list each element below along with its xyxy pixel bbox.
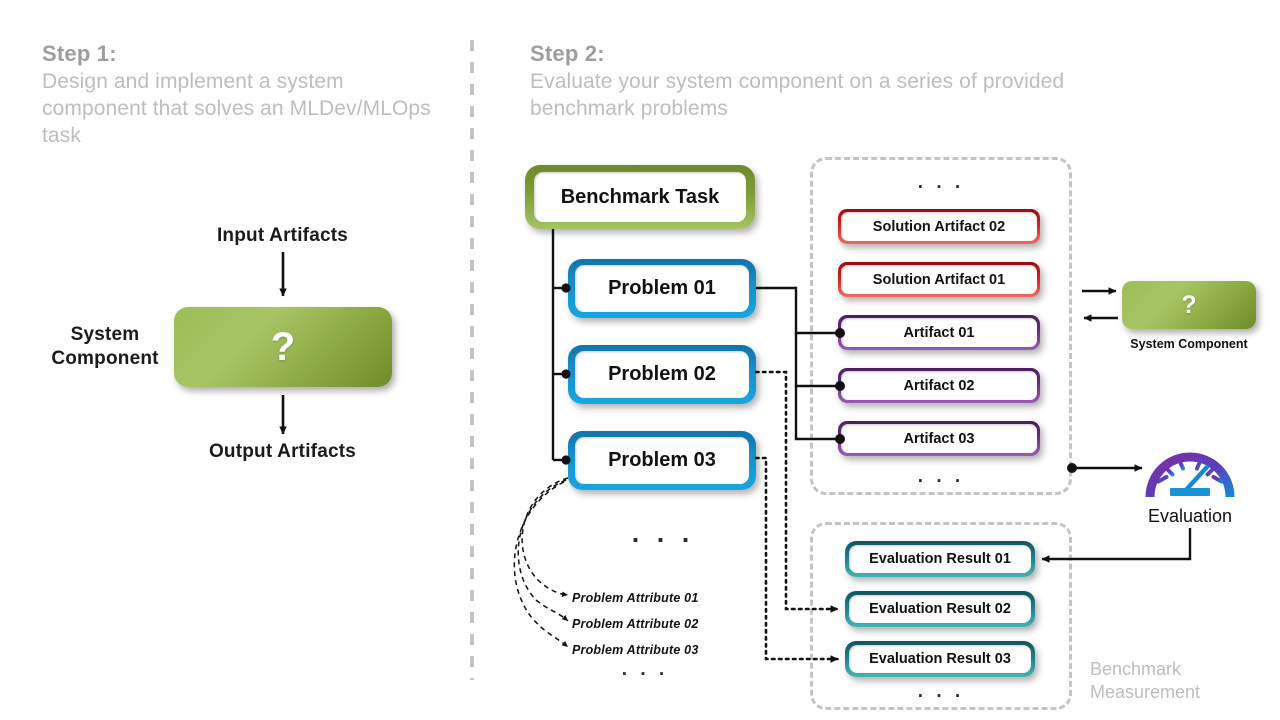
step2-title: Step 2: bbox=[530, 41, 605, 66]
system-component-caption: System Component bbox=[1130, 337, 1248, 351]
problem-attributes-ellipsis: . . . bbox=[621, 659, 669, 680]
step2-heading-block: Step 2: Evaluate your system component o… bbox=[530, 40, 1130, 122]
evaluation-result-label-02: Evaluation Result 02 bbox=[849, 595, 1031, 623]
step1-title: Step 1: bbox=[42, 41, 117, 66]
step1-heading-block: Step 1: Design and implement a system co… bbox=[42, 40, 442, 149]
artifact-label-03: Artifact 03 bbox=[841, 424, 1037, 453]
question-mark-glyph-step2: ? bbox=[1181, 290, 1197, 319]
system-component-box-step2[interactable]: ? bbox=[1122, 281, 1256, 329]
gauge-icon bbox=[1145, 437, 1235, 503]
task-to-problems-wire bbox=[551, 229, 571, 465]
evaluation-result-label-03: Evaluation Result 03 bbox=[849, 645, 1031, 673]
artifacts-bottom-ellipsis: . . . bbox=[917, 466, 965, 487]
system-component-label-line1: System bbox=[70, 324, 140, 345]
solution-artifact-node-01[interactable]: Solution Artifact 01 bbox=[838, 262, 1040, 297]
solution-artifact-label-02: Solution Artifact 02 bbox=[841, 212, 1037, 241]
evaluation-result-node-03[interactable]: Evaluation Result 03 bbox=[845, 641, 1035, 677]
measurement-bottom-ellipsis: . . . bbox=[917, 681, 965, 702]
solution-artifact-label-01: Solution Artifact 01 bbox=[841, 265, 1037, 294]
vertical-dashed-divider bbox=[470, 40, 474, 680]
artifact-label-01: Artifact 01 bbox=[841, 318, 1037, 347]
evaluation-caption: Evaluation bbox=[1147, 506, 1233, 526]
problem-node-03[interactable]: Problem 03 bbox=[568, 431, 756, 490]
output-artifacts-label: Output Artifacts bbox=[208, 441, 357, 462]
benchmark-measurement-caption-line2: Measurement bbox=[1090, 682, 1201, 702]
step1-description: Design and implement a system component … bbox=[42, 70, 431, 147]
artifact-node-03[interactable]: Artifact 03 bbox=[838, 421, 1040, 456]
problem-attribute-03: Problem Attribute 03 bbox=[572, 643, 699, 657]
problem-attribute-wires bbox=[513, 477, 569, 648]
problem-label-01: Problem 01 bbox=[575, 265, 749, 312]
artifact-label-02: Artifact 02 bbox=[841, 371, 1037, 400]
benchmark-measurement-caption-line1: Benchmark bbox=[1090, 659, 1182, 679]
artifact-node-01[interactable]: Artifact 01 bbox=[838, 315, 1040, 350]
problem-attribute-01: Problem Attribute 01 bbox=[572, 591, 699, 605]
step2-description: Evaluate your system component on a seri… bbox=[530, 70, 1065, 120]
evaluation-result-node-01[interactable]: Evaluation Result 01 bbox=[845, 541, 1035, 577]
system-component-label-line2: Component bbox=[51, 348, 159, 369]
problem-node-02[interactable]: Problem 02 bbox=[568, 345, 756, 404]
benchmark-task-node[interactable]: Benchmark Task bbox=[525, 165, 755, 229]
artifacts-to-evaluation-wire bbox=[1067, 463, 1143, 473]
solution-artifact-node-02[interactable]: Solution Artifact 02 bbox=[838, 209, 1040, 244]
problem-attribute-02: Problem Attribute 02 bbox=[572, 617, 699, 631]
system-component-box[interactable]: ? bbox=[174, 307, 392, 387]
evaluation-result-label-01: Evaluation Result 01 bbox=[849, 545, 1031, 573]
artifact-node-02[interactable]: Artifact 02 bbox=[838, 368, 1040, 403]
problem-label-02: Problem 02 bbox=[575, 351, 749, 398]
question-mark-glyph: ? bbox=[270, 325, 296, 369]
diagram-canvas: Step 1: Design and implement a system co… bbox=[0, 0, 1280, 720]
benchmark-task-label: Benchmark Task bbox=[534, 172, 746, 222]
problem-label-03: Problem 03 bbox=[575, 437, 749, 484]
evaluation-result-node-02[interactable]: Evaluation Result 02 bbox=[845, 591, 1035, 627]
system-component-io-arrows bbox=[1082, 287, 1118, 322]
problems-ellipsis: . . . bbox=[631, 518, 695, 548]
artifacts-top-ellipsis: . . . bbox=[917, 172, 965, 193]
problem-node-01[interactable]: Problem 01 bbox=[568, 259, 756, 318]
input-artifacts-label: Input Artifacts bbox=[216, 225, 349, 246]
